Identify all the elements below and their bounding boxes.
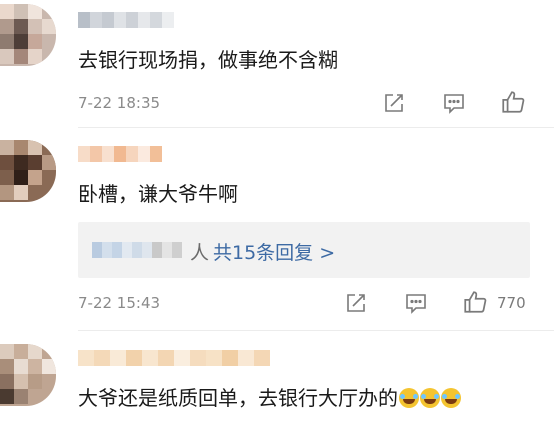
laugh-cry-emoji-icon [420,388,440,408]
comment-icon[interactable] [442,91,468,117]
reply-username-blurred [92,242,182,258]
username-blurred[interactable] [78,350,270,368]
comment-time: 7-22 18:35 [78,94,161,112]
share-icon[interactable] [344,291,370,317]
avatar[interactable] [0,344,56,406]
reply-username-suffix: 人 [190,242,210,264]
comment-text: 去银行现场捐，做事绝不含糊 [78,48,338,72]
reply-preview[interactable]: 人 共15条回复 > [78,222,530,278]
comment-text-content: 大爷还是纸质回单，去银行大厅办的 [78,386,398,410]
share-icon[interactable] [382,91,408,117]
username-blurred[interactable] [78,146,162,164]
comment-time: 7-22 15:43 [78,294,161,312]
laugh-cry-emoji-icon [441,388,461,408]
username-blurred[interactable] [78,12,174,30]
comment-item: 大爷还是纸质回单，去银行大厅办的 [0,330,554,424]
like-count: 770 [497,294,526,312]
avatar[interactable] [0,140,56,202]
comment-item: 去银行现场捐，做事绝不含糊 7-22 18:35 [0,0,554,128]
comment-text: 卧槽，谦大爷牛啊 [78,182,238,206]
avatar[interactable] [0,4,56,66]
comment-icon[interactable] [404,291,430,317]
comment-text: 大爷还是纸质回单，去银行大厅办的 [78,386,461,410]
thumbs-up-icon[interactable] [462,289,488,315]
view-replies-link[interactable]: 共15条回复 > [213,238,335,265]
thumbs-up-icon[interactable] [500,89,526,115]
laugh-cry-emoji-icon [399,388,419,408]
